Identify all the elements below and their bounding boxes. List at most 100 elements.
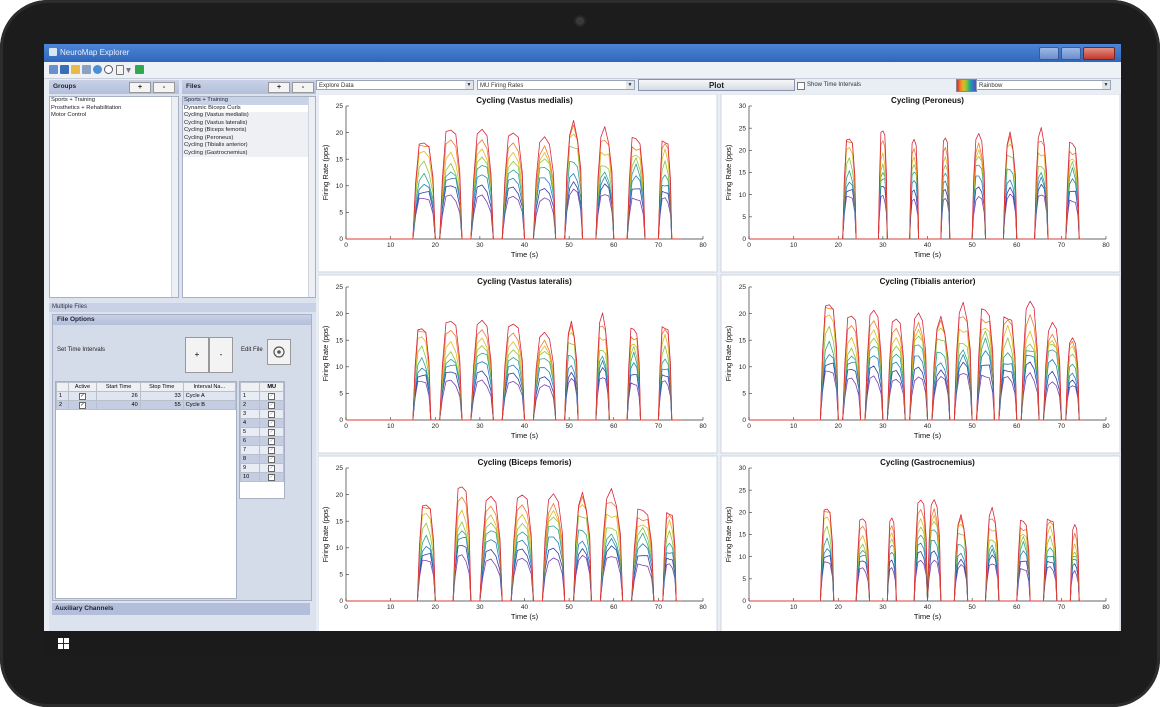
file-item[interactable]: Cycling (Vastus lateralis) — [183, 119, 315, 127]
page-icon[interactable] — [116, 65, 124, 75]
active-checkbox[interactable]: ✓ — [67, 400, 98, 410]
status-icon[interactable] — [135, 65, 144, 74]
auxiliary-channels-header[interactable]: Auxiliary Channels — [52, 603, 310, 615]
app-screen: NeuroMap Explorer Groups + - Sports + Tr… — [44, 44, 1121, 655]
group-item[interactable]: Sports + Training — [50, 97, 178, 105]
stop-time-cell[interactable]: 55 — [139, 400, 184, 410]
windows-start-icon[interactable] — [58, 638, 69, 649]
add-file-button[interactable]: + — [268, 82, 290, 93]
mu-cell[interactable]: ✓ — [259, 472, 284, 482]
file-item[interactable]: Cycling (Gastrocnemius) — [183, 149, 315, 157]
files-scrollbar[interactable] — [308, 97, 315, 297]
file-item[interactable]: Cycling (Biceps femoris) — [183, 127, 315, 135]
mu-checkbox[interactable]: ✓ — [268, 473, 276, 481]
maximize-button[interactable] — [1061, 47, 1081, 60]
x-tick-label: 60 — [1013, 604, 1021, 611]
explore-data-dropdown[interactable]: Explore Data ▼ — [316, 80, 474, 90]
toolbar — [44, 62, 1121, 79]
mu-cell[interactable]: ✓ — [259, 445, 284, 455]
mu-row[interactable]: 3 ✓ — [239, 409, 284, 419]
mu-checkbox[interactable]: ✓ — [268, 446, 276, 454]
mu-row[interactable]: 10 ✓ — [239, 472, 284, 482]
interval-name-cell[interactable]: Cycle B — [182, 400, 237, 410]
table-icon[interactable] — [82, 65, 91, 74]
x-tick-label: 80 — [699, 242, 707, 249]
y-tick-label: 10 — [336, 183, 344, 190]
mu-cell[interactable]: ✓ — [259, 400, 284, 410]
globe-icon[interactable] — [93, 65, 102, 74]
mu-cell[interactable]: ✓ — [259, 409, 284, 419]
save-icon[interactable] — [60, 65, 69, 74]
mu-row[interactable]: 9 ✓ — [239, 463, 284, 473]
mu-cell[interactable]: ✓ — [259, 454, 284, 464]
mu-row[interactable]: 5 ✓ — [239, 427, 284, 437]
data-type-dropdown[interactable]: MU Firing Rates ▼ — [477, 80, 635, 90]
dropdown-icon[interactable] — [126, 68, 131, 73]
mu-row[interactable]: 1 ✓ — [239, 391, 284, 401]
mu-row[interactable]: 6 ✓ — [239, 436, 284, 446]
mu-row[interactable]: 8 ✓ — [239, 454, 284, 464]
x-tick-label: 20 — [432, 242, 440, 249]
open-icon[interactable] — [49, 65, 58, 74]
file-item[interactable]: Dynamic Biceps Curls — [183, 105, 315, 113]
checkbox[interactable]: ✓ — [78, 392, 86, 400]
plot-button[interactable]: Plot — [638, 79, 795, 91]
y-tick-label: 5 — [339, 210, 343, 217]
close-button[interactable] — [1083, 47, 1115, 60]
mu-cell[interactable]: ✓ — [259, 427, 284, 437]
x-tick-label: 30 — [879, 242, 887, 249]
group-item[interactable]: Prosthetics + Rehabilitation — [50, 105, 178, 113]
add-interval-button[interactable]: + — [185, 337, 209, 373]
mu-cell[interactable]: ✓ — [259, 391, 284, 401]
mu-row[interactable]: 2 ✓ — [239, 400, 284, 410]
remove-file-button[interactable]: - — [292, 82, 314, 93]
file-item[interactable]: Cycling (Vastus medialis) — [183, 112, 315, 120]
active-checkbox[interactable]: ✓ — [67, 391, 98, 401]
start-time-cell[interactable]: 26 — [96, 391, 141, 401]
x-axis-label: Time (s) — [914, 612, 942, 621]
files-list[interactable]: Sports + Training Dynamic Biceps Curls Cy… — [182, 96, 316, 298]
show-time-intervals-checkbox[interactable] — [797, 82, 805, 90]
x-tick-label: 10 — [387, 242, 395, 249]
taskbar — [44, 631, 1121, 655]
groups-scrollbar[interactable] — [171, 97, 178, 297]
mu-cell[interactable]: ✓ — [259, 463, 284, 473]
mu-checkbox[interactable]: ✓ — [268, 401, 276, 409]
file-item[interactable]: Cycling (Peroneus) — [183, 134, 315, 142]
checkbox[interactable]: ✓ — [78, 401, 86, 409]
y-tick-label: 0 — [339, 598, 343, 605]
mu-checkbox[interactable]: ✓ — [268, 464, 276, 472]
file-item[interactable]: Cycling (Tibialis anterior) — [183, 142, 315, 150]
start-time-cell[interactable]: 40 — [96, 400, 141, 410]
chart-panel: Cycling (Peroneus) 0 10 20 30 40 50 60 70 80 0 5 10 1… — [720, 94, 1121, 273]
mu-checkbox[interactable]: ✓ — [268, 410, 276, 418]
remove-group-button[interactable]: - — [153, 82, 175, 93]
x-tick-label: 50 — [969, 423, 977, 430]
stop-time-cell[interactable]: 33 — [139, 391, 184, 401]
minimize-button[interactable] — [1039, 47, 1059, 60]
mu-row[interactable]: 7 ✓ — [239, 445, 284, 455]
mu-cell[interactable]: ✓ — [259, 418, 284, 428]
interval-name-cell[interactable]: Cycle A — [182, 391, 237, 401]
mu-checkbox[interactable]: ✓ — [268, 437, 276, 445]
zoom-icon[interactable] — [104, 65, 113, 74]
folder-icon[interactable] — [71, 65, 80, 74]
x-tick-label: 60 — [610, 604, 618, 611]
remove-interval-button[interactable]: - — [209, 337, 233, 373]
mu-cell[interactable]: ✓ — [259, 436, 284, 446]
interval-row[interactable]: 1 ✓ 26 33 Cycle A — [56, 391, 237, 401]
colormap-dropdown[interactable]: Rainbow ▼ — [976, 80, 1111, 90]
mu-checkbox[interactable]: ✓ — [268, 455, 276, 463]
y-tick-label: 5 — [339, 391, 343, 398]
data-type-value: MU Firing Rates — [480, 83, 524, 89]
mu-table: MU 1 ✓ 2 ✓ 3 ✓ 4 ✓ 5 ✓ 6 ✓ 7 ✓ 8 ✓ 9 ✓ 10 ✓ — [239, 381, 285, 499]
groups-list[interactable]: Sports + Training Prosthetics + Rehabilit… — [49, 96, 179, 298]
add-group-button[interactable]: + — [129, 82, 151, 93]
mu-row[interactable]: 4 ✓ — [239, 418, 284, 428]
mu-checkbox[interactable]: ✓ — [268, 392, 276, 400]
mu-checkbox[interactable]: ✓ — [268, 428, 276, 436]
interval-row[interactable]: 2 ✓ 40 55 Cycle B — [56, 400, 237, 410]
group-item[interactable]: Motor Control — [50, 112, 178, 120]
mu-checkbox[interactable]: ✓ — [268, 419, 276, 427]
edit-file-button[interactable] — [267, 339, 291, 365]
